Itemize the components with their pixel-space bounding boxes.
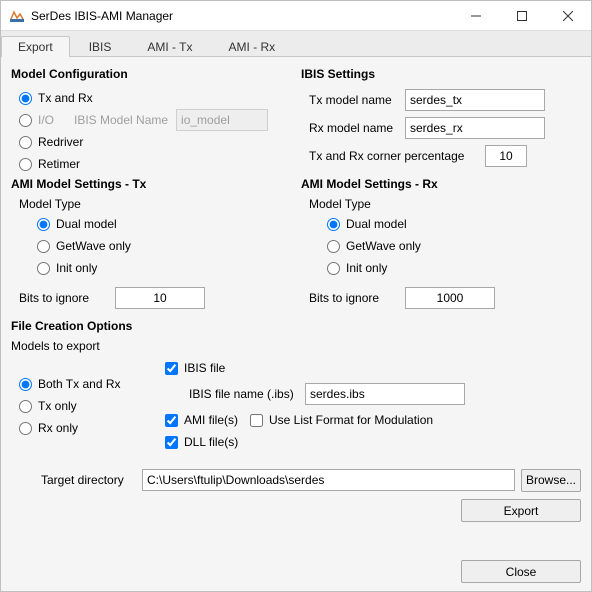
radio-tx-init-input[interactable] xyxy=(37,262,50,275)
radio-retimer-input[interactable] xyxy=(19,158,32,171)
export-button[interactable]: Export xyxy=(461,499,581,522)
radio-both-input[interactable] xyxy=(19,378,32,391)
radio-rx-getwave-label: GetWave only xyxy=(346,239,421,253)
window-controls xyxy=(453,1,591,31)
radio-rx-dual-input[interactable] xyxy=(327,218,340,231)
chk-use-list-input[interactable] xyxy=(250,414,263,427)
tx-bits-label: Bits to ignore xyxy=(19,291,109,305)
tx-model-name-input[interactable] xyxy=(405,89,545,111)
ami-rx-model-type: Model Type xyxy=(309,197,581,211)
maximize-button[interactable] xyxy=(499,1,545,31)
radio-retimer-label: Retimer xyxy=(38,157,80,171)
radio-redriver-label: Redriver xyxy=(38,135,83,149)
radio-tx-init-label: Init only xyxy=(56,261,97,275)
ibis-model-name-label: IBIS Model Name xyxy=(74,113,168,127)
tab-ibis[interactable]: IBIS xyxy=(72,36,129,57)
footer: Close xyxy=(1,554,591,591)
radio-rx-init[interactable]: Init only xyxy=(327,257,581,279)
window: SerDes IBIS-AMI Manager Export IBIS AMI … xyxy=(0,0,592,592)
radio-tx-only-label: Tx only xyxy=(38,399,77,413)
tab-export[interactable]: Export xyxy=(1,36,70,57)
chk-dll-files-label: DLL file(s) xyxy=(184,435,238,449)
radio-rx-dual-label: Dual model xyxy=(346,217,407,231)
ibis-model-name-input xyxy=(176,109,268,131)
models-to-export-label: Models to export xyxy=(11,339,581,353)
radio-tx-only[interactable]: Tx only xyxy=(19,395,161,417)
radio-io-input[interactable] xyxy=(19,114,32,127)
radio-rx-init-input[interactable] xyxy=(327,262,340,275)
radio-tx-dual[interactable]: Dual model xyxy=(37,213,291,235)
chk-ami-files-input[interactable] xyxy=(165,414,178,427)
radio-rx-only-label: Rx only xyxy=(38,421,78,435)
tab-ami-tx[interactable]: AMI - Tx xyxy=(130,36,209,57)
tx-model-name-label: Tx model name xyxy=(309,93,399,107)
rx-bits-label: Bits to ignore xyxy=(309,291,399,305)
corner-pct-input[interactable] xyxy=(485,145,527,167)
radio-retimer[interactable]: Retimer xyxy=(19,153,291,175)
radio-both-tx-rx[interactable]: Both Tx and Rx xyxy=(19,373,161,395)
chk-ibis-file-input[interactable] xyxy=(165,362,178,375)
target-dir-input[interactable] xyxy=(142,469,515,491)
radio-rx-only[interactable]: Rx only xyxy=(19,417,161,439)
radio-tx-dual-label: Dual model xyxy=(56,217,117,231)
chk-ibis-file-label: IBIS file xyxy=(184,361,225,375)
minimize-button[interactable] xyxy=(453,1,499,31)
ibis-settings-title: IBIS Settings xyxy=(301,67,581,81)
radio-tx-init[interactable]: Init only xyxy=(37,257,291,279)
content: Model Configuration Tx and Rx I/O IBIS M… xyxy=(1,57,591,554)
radio-redriver[interactable]: Redriver xyxy=(19,131,291,153)
radio-tx-dual-input[interactable] xyxy=(37,218,50,231)
close-dialog-button[interactable]: Close xyxy=(461,560,581,583)
radio-tx-rx[interactable]: Tx and Rx xyxy=(19,87,291,109)
tab-ami-rx[interactable]: AMI - Rx xyxy=(212,36,293,57)
chk-ibis-file[interactable]: IBIS file xyxy=(165,357,581,379)
rx-model-name-label: Rx model name xyxy=(309,121,399,135)
chk-dll-files[interactable]: DLL file(s) xyxy=(165,431,581,453)
radio-rx-init-label: Init only xyxy=(346,261,387,275)
ami-rx-title: AMI Model Settings - Rx xyxy=(301,177,581,191)
radio-redriver-input[interactable] xyxy=(19,136,32,149)
radio-io-label: I/O xyxy=(38,113,66,127)
model-config-title: Model Configuration xyxy=(11,67,291,81)
chk-dll-files-input[interactable] xyxy=(165,436,178,449)
chk-ami-files-row: AMI file(s) Use List Format for Modulati… xyxy=(165,409,581,431)
radio-tx-getwave-input[interactable] xyxy=(37,240,50,253)
window-title: SerDes IBIS-AMI Manager xyxy=(31,9,453,23)
close-button[interactable] xyxy=(545,1,591,31)
browse-button[interactable]: Browse... xyxy=(521,469,581,492)
tab-bar: Export IBIS AMI - Tx AMI - Rx xyxy=(1,31,591,57)
radio-tx-rx-label: Tx and Rx xyxy=(38,91,93,105)
rx-bits-input[interactable] xyxy=(405,287,495,309)
radio-rx-getwave-input[interactable] xyxy=(327,240,340,253)
rx-model-name-input[interactable] xyxy=(405,117,545,139)
titlebar: SerDes IBIS-AMI Manager xyxy=(1,1,591,31)
radio-both-label: Both Tx and Rx xyxy=(38,377,121,391)
file-creation-title: File Creation Options xyxy=(11,319,581,333)
ibis-filename-label: IBIS file name (.ibs) xyxy=(189,387,299,401)
chk-ami-files-label: AMI file(s) xyxy=(184,413,238,427)
radio-tx-rx-input[interactable] xyxy=(19,92,32,105)
radio-rx-getwave[interactable]: GetWave only xyxy=(327,235,581,257)
radio-tx-getwave-label: GetWave only xyxy=(56,239,131,253)
ibis-filename-input[interactable] xyxy=(305,383,465,405)
corner-pct-label: Tx and Rx corner percentage xyxy=(309,149,479,163)
radio-tx-only-input[interactable] xyxy=(19,400,32,413)
ami-tx-model-type: Model Type xyxy=(19,197,291,211)
target-dir-label: Target directory xyxy=(41,473,136,487)
radio-rx-only-input[interactable] xyxy=(19,422,32,435)
radio-io[interactable]: I/O IBIS Model Name xyxy=(19,109,291,131)
radio-tx-getwave[interactable]: GetWave only xyxy=(37,235,291,257)
radio-rx-dual[interactable]: Dual model xyxy=(327,213,581,235)
chk-use-list-label: Use List Format for Modulation xyxy=(269,413,433,427)
tx-bits-input[interactable] xyxy=(115,287,205,309)
ami-tx-title: AMI Model Settings - Tx xyxy=(11,177,291,191)
app-icon xyxy=(9,8,25,24)
